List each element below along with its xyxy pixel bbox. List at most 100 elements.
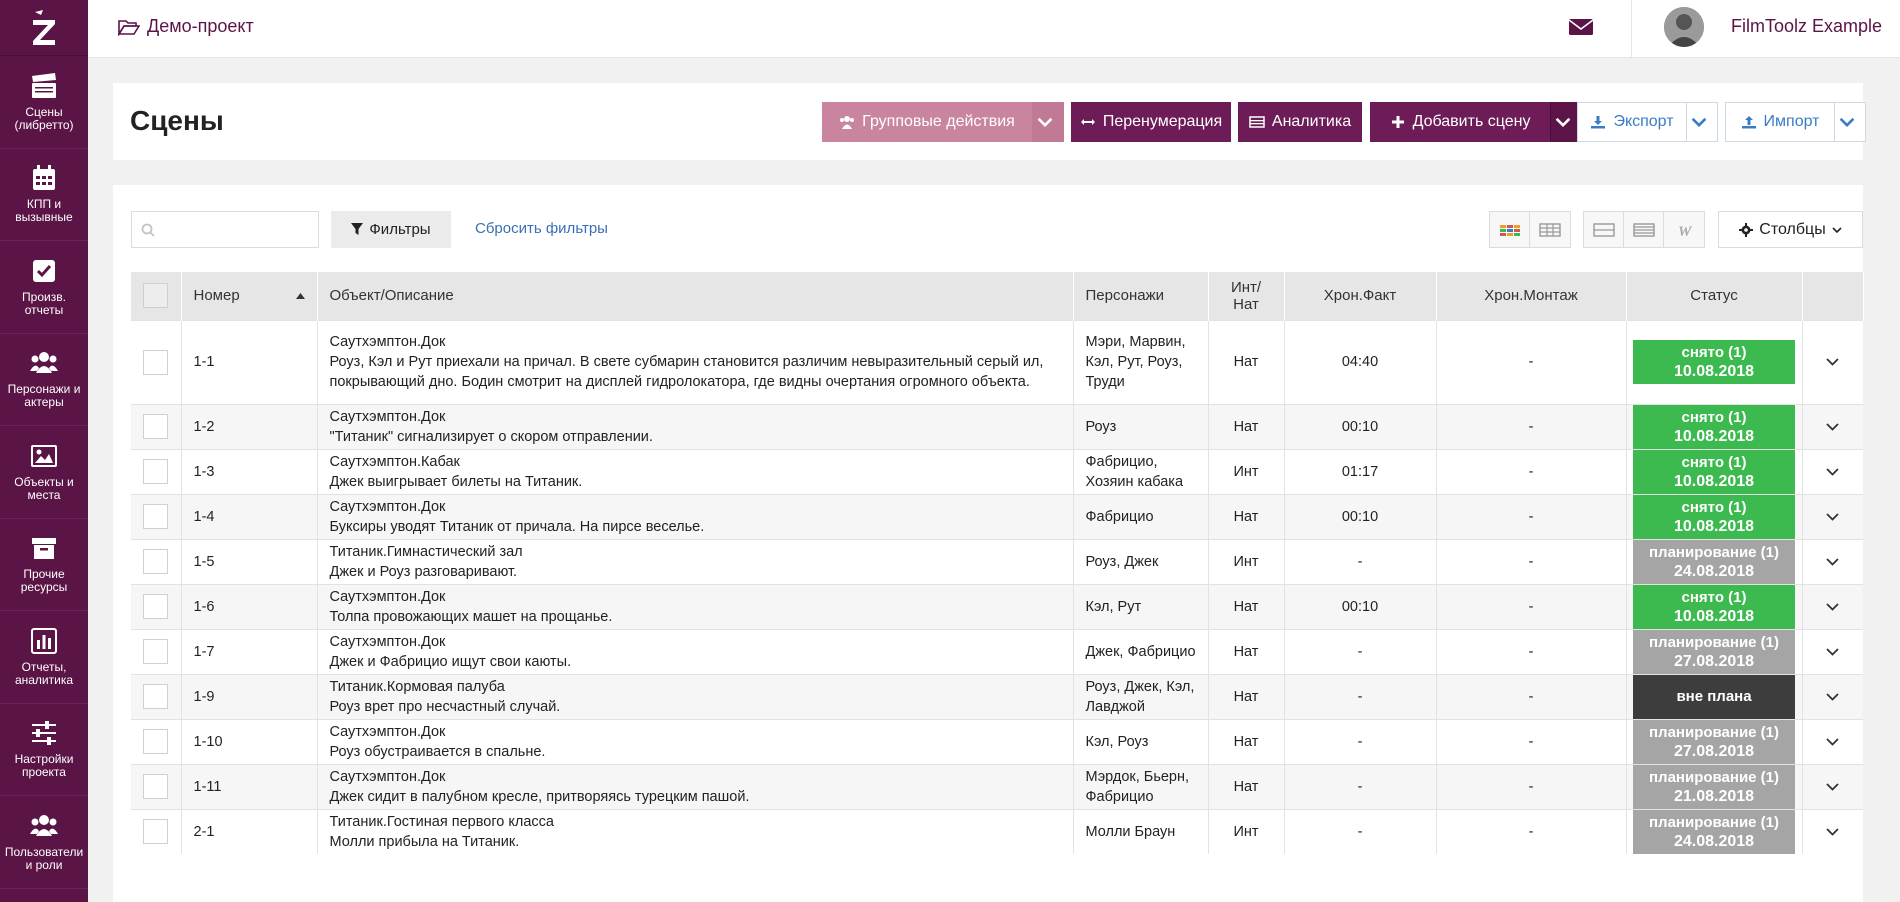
status-badge[interactable]: планирование (1) 21.08.2018 <box>1633 764 1795 809</box>
status-badge[interactable]: снято (1) 10.08.2018 <box>1633 340 1795 384</box>
chevron-down-icon[interactable] <box>1826 557 1839 566</box>
sidebar-item-users[interactable]: Пользователи и роли <box>0 796 88 889</box>
chevron-down-icon[interactable] <box>1826 647 1839 656</box>
scene-description: Буксиры уводят Титаник от причала. На пи… <box>329 518 705 535</box>
column-header-intnat[interactable]: Инт/Нат <box>1208 272 1285 320</box>
status-badge[interactable]: планирование (1) 27.08.2018 <box>1633 719 1795 764</box>
column-header-object[interactable]: Объект/Описание <box>317 272 1074 320</box>
sidebar-item-characters[interactable]: Персонажи и актеры <box>0 334 88 426</box>
sidebar-item-callsheets[interactable]: КПП и вызывные <box>0 149 88 241</box>
row-checkbox[interactable] <box>143 459 169 484</box>
export-button[interactable]: Экспорт <box>1577 102 1687 142</box>
table-row[interactable]: 1-11 Саутхэмптон.Док Джек сидит в палубном… <box>131 763 1863 809</box>
row-checkbox[interactable] <box>143 639 169 664</box>
group-actions-dropdown[interactable] <box>1032 102 1064 142</box>
messages-button[interactable] <box>1568 16 1594 42</box>
import-dropdown[interactable] <box>1834 102 1866 142</box>
row-checkbox[interactable] <box>143 414 169 439</box>
reset-filters-link[interactable]: Сбросить фильтры <box>475 220 608 237</box>
status-badge[interactable]: вне плана <box>1633 674 1795 719</box>
table-row[interactable]: 1-7 Саутхэмптон.Док Джек и Фабрицио ищут с… <box>131 628 1863 674</box>
user-avatar-icon <box>1664 7 1704 47</box>
chevron-down-icon[interactable] <box>1826 692 1839 701</box>
scene-intnat: Инт <box>1208 808 1285 854</box>
table-row[interactable]: 1-4 Саутхэмптон.Док Буксиры уводят Титаник… <box>131 493 1863 539</box>
wide-rows-button[interactable] <box>1584 212 1624 247</box>
status-date: 27.08.2018 <box>1673 652 1755 670</box>
analytics-button[interactable]: Аналитика <box>1238 102 1362 142</box>
table-row[interactable]: 1-9 Титаник.Кормовая палуба Роуз врет про … <box>131 673 1863 719</box>
group-actions-button[interactable]: Групповые действия <box>822 102 1032 142</box>
scene-characters: Фабрицио <box>1073 493 1209 539</box>
user-name[interactable]: FilmToolz Example <box>1731 16 1882 37</box>
avatar[interactable] <box>1664 7 1704 47</box>
colored-view-button[interactable] <box>1490 212 1530 247</box>
plain-view-button[interactable] <box>1530 212 1570 247</box>
column-header-fact[interactable]: Хрон.Факт <box>1284 272 1437 320</box>
sidebar-item-reports[interactable]: Произв. отчеты <box>0 241 88 334</box>
column-header-status[interactable]: Статус <box>1626 272 1803 320</box>
status-badge[interactable]: снято (1) 10.08.2018 <box>1633 449 1795 494</box>
row-select-cell <box>131 808 182 854</box>
word-view-button[interactable]: W <box>1664 212 1704 247</box>
table-row[interactable]: 1-10 Саутхэмптон.Док Роуз обустраивается в… <box>131 718 1863 764</box>
import-button[interactable]: Импорт <box>1725 102 1835 142</box>
row-checkbox[interactable] <box>143 729 169 754</box>
sidebar-item-scenes[interactable]: Сцены (либретто) <box>0 56 88 149</box>
renumber-button[interactable]: Перенумерация <box>1071 102 1231 142</box>
column-header-number[interactable]: Номер <box>181 272 318 320</box>
export-dropdown[interactable] <box>1686 102 1718 142</box>
row-checkbox[interactable] <box>143 549 169 574</box>
chevron-down-icon[interactable] <box>1826 358 1839 366</box>
status-badge[interactable]: снято (1) 10.08.2018 <box>1633 584 1795 629</box>
scene-number: 2-1 <box>181 808 318 854</box>
sidebar-item-resources[interactable]: Прочие ресурсы <box>0 519 88 611</box>
row-checkbox[interactable] <box>143 504 169 529</box>
scene-montage-duration: - <box>1436 583 1627 629</box>
column-header-characters[interactable]: Персонажи <box>1073 272 1209 320</box>
status-badge[interactable]: снято (1) 10.08.2018 <box>1633 404 1795 449</box>
select-all-checkbox[interactable] <box>143 283 169 309</box>
row-checkbox[interactable] <box>143 684 169 709</box>
scene-location: Саутхэмптон.Док <box>329 768 446 785</box>
sidebar-item-analytics[interactable]: Отчеты, аналитика <box>0 611 88 704</box>
search-input[interactable] <box>131 211 319 248</box>
scene-description: Толпа провожающих машет на прощанье. <box>329 608 613 625</box>
columns-button[interactable]: Столбцы <box>1718 211 1863 248</box>
table-row[interactable]: 1-3 Саутхэмптон.Кабак Джек выигрывает биле… <box>131 448 1863 494</box>
chevron-down-icon[interactable] <box>1826 467 1839 476</box>
scene-location: Титаник.Кормовая палуба <box>329 678 505 695</box>
scene-status-cell: снято (1) 10.08.2018 <box>1626 403 1803 449</box>
status-badge[interactable]: планирование (1) 24.08.2018 <box>1633 539 1795 584</box>
chevron-down-icon[interactable] <box>1826 602 1839 611</box>
chevron-down-icon[interactable] <box>1826 422 1839 431</box>
row-checkbox[interactable] <box>143 594 169 619</box>
scene-montage-duration: - <box>1436 763 1627 809</box>
app-logo[interactable] <box>0 0 88 56</box>
table-row[interactable]: 1-1 Саутхэмптон.Док Роуз, Кэл и Рут приеха… <box>131 319 1863 404</box>
column-header-montage[interactable]: Хрон.Монтаж <box>1436 272 1627 320</box>
scene-location: Титаник.Гостиная первого класса <box>329 813 554 830</box>
table-row[interactable]: 1-6 Саутхэмптон.Док Толпа провожающих маше… <box>131 583 1863 629</box>
scene-characters: Роуз <box>1073 403 1209 449</box>
project-link[interactable]: Демо-проект <box>118 16 254 37</box>
sidebar-item-locations[interactable]: Объекты и места <box>0 426 88 519</box>
table-row[interactable]: 1-2 Саутхэмптон.Док "Титаник" сигнализируе… <box>131 403 1863 449</box>
status-badge[interactable]: планирование (1) 24.08.2018 <box>1633 809 1795 854</box>
table-row[interactable]: 2-1 Титаник.Гостиная первого класса Молли … <box>131 808 1863 854</box>
compact-rows-button[interactable] <box>1624 212 1664 247</box>
row-checkbox[interactable] <box>143 349 169 375</box>
chevron-down-icon[interactable] <box>1826 512 1839 521</box>
status-badge[interactable]: планирование (1) 27.08.2018 <box>1633 629 1795 674</box>
status-badge[interactable]: снято (1) 10.08.2018 <box>1633 494 1795 539</box>
chevron-down-icon[interactable] <box>1826 827 1839 836</box>
sidebar-item-settings[interactable]: Настройки проекта <box>0 704 88 796</box>
calendar-icon <box>33 165 55 191</box>
add-scene-button[interactable]: Добавить сцену <box>1370 102 1550 142</box>
row-checkbox[interactable] <box>143 819 169 844</box>
row-checkbox[interactable] <box>143 774 169 799</box>
filters-button[interactable]: Фильтры <box>331 211 451 248</box>
table-row[interactable]: 1-5 Титаник.Гимнастический зал Джек и Роуз… <box>131 538 1863 584</box>
chevron-down-icon[interactable] <box>1826 782 1839 791</box>
chevron-down-icon[interactable] <box>1826 737 1839 746</box>
